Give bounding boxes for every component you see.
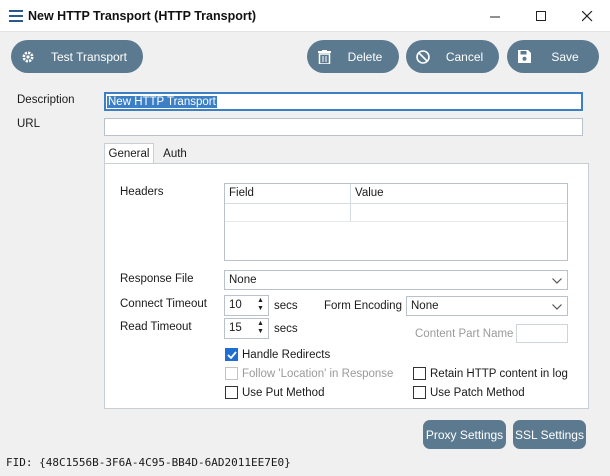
response-file-value: None [229,274,257,286]
chevron-down-icon [552,301,562,313]
trash-icon [307,49,341,64]
handle-redirects-label[interactable]: Handle Redirects [242,349,330,361]
headers-grid[interactable]: Field Value [224,183,568,261]
retain-http-checkbox[interactable] [413,367,426,380]
description-value: New HTTP Transport [107,96,217,108]
save-button[interactable]: Save [507,40,599,73]
proxy-settings-label: Proxy Settings [425,427,504,442]
form-encoding-label: Form Encoding [324,300,402,312]
grid-column-value[interactable]: Value [355,187,384,199]
read-timeout-stepper[interactable]: 15 ▲ ▼ [224,318,269,339]
use-put-label[interactable]: Use Put Method [242,387,324,399]
tab-auth[interactable]: Auth [155,143,195,164]
description-field[interactable]: New HTTP Transport [104,92,583,111]
response-file-select[interactable]: None [224,270,568,290]
follow-location-checkbox[interactable] [225,367,238,380]
content-part-name-field[interactable] [516,324,568,343]
use-put-checkbox[interactable] [225,386,238,399]
save-label: Save [551,49,579,64]
headers-label: Headers [120,186,164,198]
ssl-settings-button[interactable]: SSL Settings [513,420,586,449]
test-transport-label: Test Transport [50,49,128,64]
read-timeout-label: Read Timeout [120,321,192,333]
url-label: URL [17,118,41,130]
content-part-name-label: Content Part Name [415,328,514,340]
handle-redirects-checkbox[interactable] [225,348,238,361]
grid-column-divider [350,184,351,222]
gear-icon [11,50,45,64]
form-encoding-value: None [411,300,439,312]
connect-timeout-value: 10 [229,299,242,311]
url-field[interactable] [104,118,583,136]
window-title: New HTTP Transport (HTTP Transport) [28,9,257,23]
minimize-icon[interactable] [472,0,518,32]
maximize-icon[interactable] [518,0,564,32]
read-timeout-unit: secs [274,323,298,335]
use-patch-checkbox[interactable] [413,386,426,399]
test-transport-button[interactable]: Test Transport [11,40,143,73]
form-encoding-select[interactable]: None [406,296,568,316]
delete-label: Delete [347,49,383,64]
stepper-arrows-icon[interactable]: ▲ ▼ [256,297,265,313]
read-timeout-value: 15 [229,322,242,334]
title-bar: New HTTP Transport (HTTP Transport) [0,0,610,32]
floppy-disk-icon [507,50,541,63]
delete-button[interactable]: Delete [307,40,399,73]
follow-location-label[interactable]: Follow 'Location' in Response [242,368,393,380]
fid-text: FID: {48C1556B-3F6A-4C95-BB4D-6AD2011EE7… [6,456,291,469]
cancel-button[interactable]: Cancel [406,40,499,73]
tab-general-label: General [108,148,150,160]
chevron-down-icon [552,275,562,287]
cancel-label: Cancel [445,49,484,64]
retain-http-label[interactable]: Retain HTTP content in log [430,368,568,380]
grid-header: Field Value [225,184,567,204]
cancel-icon [406,49,440,64]
use-patch-label[interactable]: Use Patch Method [430,387,525,399]
response-file-label: Response File [120,273,194,285]
grid-column-field[interactable]: Field [229,187,254,199]
stepper-arrows-icon[interactable]: ▲ ▼ [256,320,265,336]
description-label: Description [17,94,75,106]
connect-timeout-stepper[interactable]: 10 ▲ ▼ [224,295,269,316]
proxy-settings-button[interactable]: Proxy Settings [423,420,506,449]
close-icon[interactable] [564,0,610,32]
menu-icon[interactable] [9,10,23,22]
table-row[interactable] [225,204,567,222]
tab-auth-label: Auth [163,147,187,160]
connect-timeout-label: Connect Timeout [120,298,207,310]
checkmark-icon [226,350,237,359]
connect-timeout-unit: secs [274,300,298,312]
ssl-settings-label: SSL Settings [515,427,584,442]
tab-general[interactable]: General [104,143,154,164]
